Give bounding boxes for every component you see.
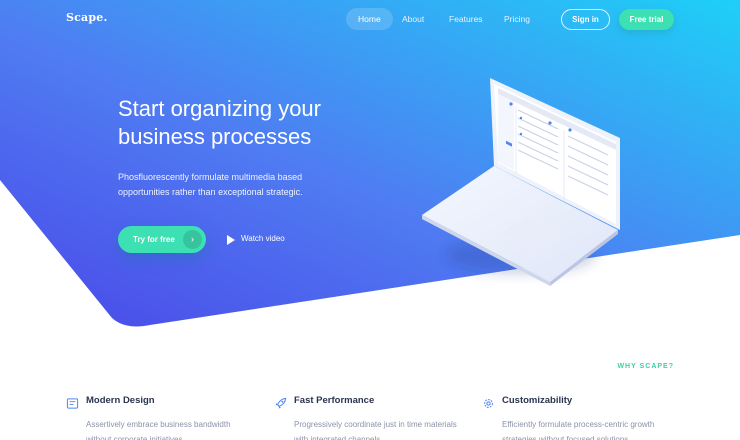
feature-title: Fast Performance: [294, 395, 375, 406]
feature-title: Modern Design: [86, 395, 155, 406]
subtext-line-2: opportunities rather than exceptional st…: [118, 187, 303, 197]
top-nav: Home About Features Pricing Sign in Free…: [0, 8, 740, 30]
try-for-free-label: Try for free: [133, 235, 175, 244]
arrow-right-icon: ›: [183, 230, 202, 249]
gear-icon: [484, 399, 493, 408]
feature-description: Assertively embrace business bandwidth w…: [86, 417, 286, 440]
feature-desc-line-2: strategies without focused solutions.: [502, 435, 631, 440]
laptop-illustration: [422, 78, 620, 286]
feature-description: Efficiently formulate process-centric gr…: [502, 417, 702, 440]
nav-about[interactable]: About: [390, 8, 436, 30]
tablet-icon: [66, 398, 79, 409]
free-trial-button[interactable]: Free trial: [619, 9, 674, 30]
feature-desc-line-2: with integrated channels.: [294, 435, 383, 440]
signin-button[interactable]: Sign in: [561, 9, 610, 30]
headline-line-2: business processes: [118, 124, 312, 149]
watch-video-label: Watch video: [241, 234, 285, 243]
feature-desc-line-2: without corporate initiatives.: [86, 435, 185, 440]
feature-desc-line-1: Progressively coordinate just in time ma…: [294, 420, 457, 429]
feature-desc-line-1: Efficiently formulate process-centric gr…: [502, 420, 655, 429]
subtext-line-1: Phosfluorescently formulate multimedia b…: [118, 172, 303, 182]
feature-description: Progressively coordinate just in time ma…: [294, 417, 494, 440]
feature-desc-line-1: Assertively embrace business bandwidth: [86, 420, 231, 429]
why-scape-tag: WHY SCAPE?: [617, 363, 674, 370]
feature-title: Customizability: [502, 395, 573, 406]
nav-home[interactable]: Home: [346, 8, 393, 30]
nav-pricing[interactable]: Pricing: [492, 8, 542, 30]
hero-headline: Start organizing your business processes: [118, 95, 378, 151]
play-icon: [227, 235, 235, 245]
try-for-free-button[interactable]: Try for free ›: [118, 226, 206, 253]
headline-line-1: Start organizing your: [118, 96, 321, 121]
rocket-icon: [275, 397, 287, 409]
nav-features[interactable]: Features: [437, 8, 495, 30]
hero-subtext: Phosfluorescently formulate multimedia b…: [118, 170, 358, 200]
